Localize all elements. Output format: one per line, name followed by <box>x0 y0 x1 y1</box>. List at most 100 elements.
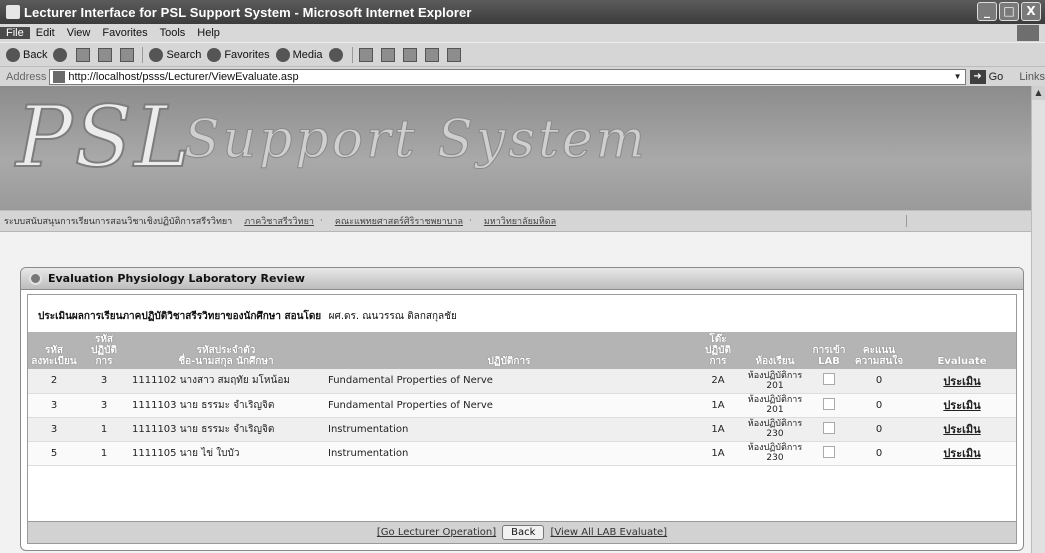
history-button[interactable] <box>328 47 346 62</box>
cell-table: 1A <box>694 393 742 418</box>
ie-icon <box>6 5 20 19</box>
menu-file[interactable]: File <box>0 27 30 39</box>
chevron-down-icon[interactable]: ▼ <box>951 72 965 81</box>
cell-lab-id: 1 <box>80 417 128 442</box>
media-label: Media <box>292 48 323 61</box>
cell-attendance <box>808 393 850 418</box>
menu-bar: File Edit View Favorites Tools Help <box>0 24 1045 42</box>
col-table: โต๊ะ ปฏิบัติการ <box>694 332 742 369</box>
evaluate-link[interactable]: ประเมิน <box>943 399 980 412</box>
forward-button[interactable] <box>53 47 70 62</box>
attendance-checkbox[interactable] <box>823 397 835 410</box>
forward-arrow-icon <box>53 47 68 62</box>
maximize-button[interactable]: □ <box>999 2 1019 21</box>
cell-score: 0 <box>850 369 908 394</box>
print-icon <box>380 47 395 62</box>
panel-icon <box>29 272 42 285</box>
col-label: ชื่อ-นามสกุล นักศึกษา <box>178 356 274 367</box>
menu-view[interactable]: View <box>61 27 97 39</box>
search-button[interactable]: Search <box>149 47 201 62</box>
nav-link-faculty[interactable]: คณะแพทยศาสตร์ศิริราชพยาบาล <box>335 214 463 228</box>
menu-help[interactable]: Help <box>191 27 226 39</box>
col-label: ห้องเรียน <box>755 356 795 367</box>
table-row: 2 3 1111102 นางสาว สมฤทัย มโหน้อม Fundam… <box>28 369 1016 394</box>
evaluate-link[interactable]: ประเมิน <box>943 375 980 388</box>
cell-reg-id: 2 <box>28 369 80 394</box>
address-input[interactable]: http://localhost/psss/Lecturer/ViewEvalu… <box>49 68 966 85</box>
evaluate-link[interactable]: ประเมิน <box>943 447 980 460</box>
cell-evaluate: ประเมิน <box>908 369 1016 394</box>
discuss-button[interactable] <box>424 47 441 62</box>
menu-favorites[interactable]: Favorites <box>96 27 153 39</box>
menu-tools[interactable]: Tools <box>154 27 192 39</box>
cell-lab-id: 3 <box>80 393 128 418</box>
view-all-lab-evaluate-link[interactable]: [View All LAB Evaluate] <box>550 527 667 538</box>
close-button[interactable]: X <box>1021 2 1041 21</box>
cell-score: 0 <box>850 393 908 418</box>
favorites-button[interactable]: Favorites <box>207 47 270 62</box>
back-button[interactable]: Back <box>502 525 545 540</box>
cell-score: 0 <box>850 441 908 466</box>
nav-link-university[interactable]: มหาวิทยาลัยมหิดล <box>484 214 556 228</box>
room-label: ห้องปฏิบัติการ <box>747 395 803 405</box>
minimize-button[interactable]: _ <box>977 2 997 21</box>
address-label: Address <box>6 70 47 83</box>
menu-edit[interactable]: Edit <box>30 27 61 39</box>
col-score: คะแนน ความสนใจ <box>850 332 908 369</box>
attendance-checkbox[interactable] <box>823 421 835 434</box>
nav-separator: · <box>319 216 323 226</box>
back-button[interactable]: Back <box>6 47 47 62</box>
cell-practice: Instrumentation <box>324 441 694 466</box>
cell-student: 1111103 นาย ธรรมะ จำเริญจิต <box>128 393 324 418</box>
refresh-button[interactable] <box>98 47 114 62</box>
home-button[interactable] <box>120 47 136 62</box>
cell-room: ห้องปฏิบัติการ 201 <box>742 369 808 394</box>
cell-attendance <box>808 417 850 442</box>
cell-room: ห้องปฏิบัติการ 230 <box>742 441 808 466</box>
col-label: ปฏิบัติการ <box>705 345 731 367</box>
edit-word-button[interactable] <box>402 47 419 62</box>
scroll-up-icon[interactable]: ▲ <box>1032 86 1045 100</box>
table-row: 3 1 1111103 นาย ธรรมะ จำเริญจิต Instrume… <box>28 417 1016 442</box>
cell-student: 1111103 นาย ธรรมะ จำเริญจิต <box>128 417 324 442</box>
go-lecturer-operation-link[interactable]: [Go Lecturer Operation] <box>377 527 496 538</box>
col-lab-id: รหัส ปฏิบัติการ <box>80 332 128 369</box>
cell-practice: Instrumentation <box>324 417 694 442</box>
back-arrow-icon <box>6 47 20 62</box>
vertical-scrollbar[interactable]: ▲ <box>1031 86 1045 553</box>
col-label: Evaluate <box>937 356 987 367</box>
cell-practice: Fundamental Properties of Nerve <box>324 369 694 394</box>
nav-link-physiology[interactable]: ภาควิชาสรีรวิทยา <box>244 214 314 228</box>
attendance-checkbox[interactable] <box>823 373 835 386</box>
cell-lab-id: 3 <box>80 369 128 394</box>
address-bar: Address http://localhost/psss/Lecturer/V… <box>0 66 1045 86</box>
cell-reg-id: 3 <box>28 417 80 442</box>
cell-student: 1111105 นาย ไข่ ใบบัว <box>128 441 324 466</box>
cell-room: ห้องปฏิบัติการ 201 <box>742 393 808 418</box>
links-toolbar[interactable]: Links <box>1019 71 1045 83</box>
col-label: โต๊ะ <box>709 334 727 345</box>
toolbar-divider <box>142 46 144 63</box>
refresh-icon <box>98 47 113 62</box>
media-icon <box>275 47 290 62</box>
mail-button[interactable] <box>358 47 375 62</box>
go-label: Go <box>988 70 1004 83</box>
home-icon <box>120 47 135 62</box>
attendance-checkbox[interactable] <box>823 445 835 458</box>
col-label: ความสนใจ <box>854 356 904 367</box>
col-room: ห้องเรียน <box>742 332 808 369</box>
room-label: ห้องปฏิบัติการ <box>747 419 803 429</box>
evaluate-link[interactable]: ประเมิน <box>943 423 980 436</box>
cell-score: 0 <box>850 417 908 442</box>
panel-header: Evaluation Physiology Laboratory Review <box>21 268 1023 290</box>
lecturer-name: ผศ.ดร. ณนวรรณ ติลกสกุลชัย <box>328 311 457 322</box>
media-button[interactable]: Media <box>275 47 323 62</box>
evaluation-heading: ประเมินผลการเรียนภาคปฏิบัติวิชาสรีรวิทยา… <box>28 295 1016 332</box>
col-practice: ปฏิบัติการ <box>324 332 694 369</box>
messenger-button[interactable] <box>446 47 463 62</box>
print-button[interactable] <box>380 47 397 62</box>
stop-button[interactable] <box>76 47 92 62</box>
go-button[interactable]: ➜ Go <box>969 69 1004 84</box>
page-content: PSL Support System ระบบสนับสนุนการเรียนก… <box>0 86 1031 553</box>
header-banner: PSL Support System <box>0 86 1031 210</box>
